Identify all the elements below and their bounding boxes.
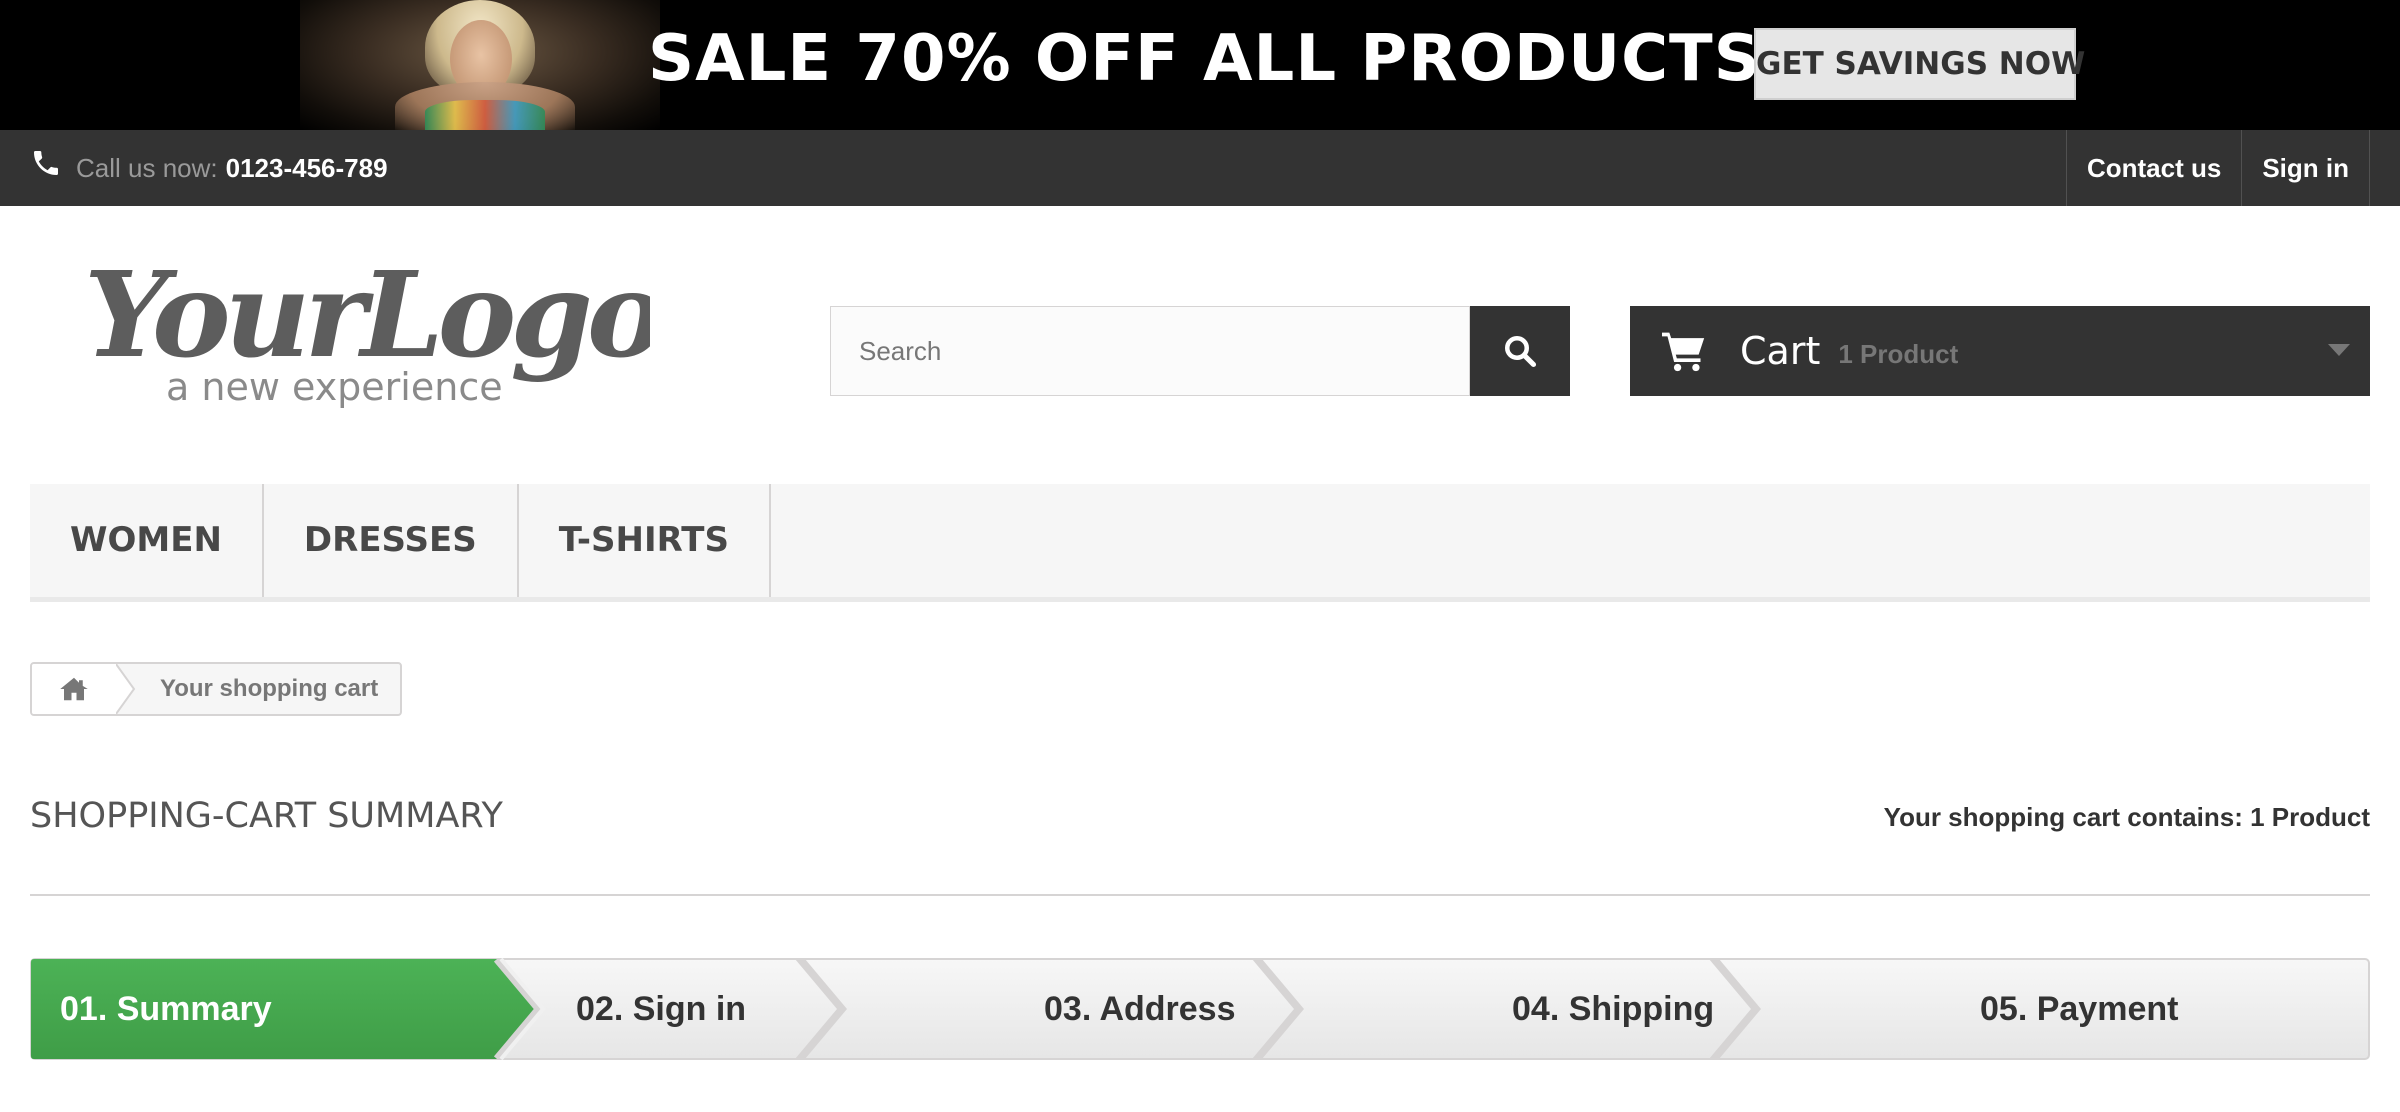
top-links: Contact us Sign in xyxy=(2065,130,2370,206)
phone-icon xyxy=(34,151,58,175)
call-label: Call us now: xyxy=(76,152,218,183)
main-nav: WOMEN DRESSES T-SHIRTS xyxy=(30,484,2370,602)
nav-item-t-shirts[interactable]: T-SHIRTS xyxy=(519,484,771,597)
home-icon xyxy=(60,677,88,701)
step-address[interactable]: 03. Address xyxy=(1044,958,1236,1060)
breadcrumb-home[interactable] xyxy=(32,664,116,714)
banner-model-image xyxy=(300,0,660,132)
cart-quantity: 1 Product xyxy=(1838,338,1959,369)
checkout-steps: 01. Summary 02. Sign in 03. Address 04. … xyxy=(30,958,2370,1060)
sign-in-link[interactable]: Sign in xyxy=(2241,130,2370,206)
search-input[interactable]: Search xyxy=(830,306,1470,396)
divider xyxy=(30,894,2370,896)
cart-title: Cart xyxy=(1740,329,1821,373)
search-icon xyxy=(1505,336,1537,368)
step-summary[interactable]: 01. Summary xyxy=(60,958,272,1060)
step-sign-in[interactable]: 02. Sign in xyxy=(576,958,746,1060)
get-savings-button[interactable]: GET SAVINGS NOW xyxy=(1754,28,2085,100)
phone-number: 0123-456-789 xyxy=(225,152,388,183)
call-us: Call us now: 0123-456-789 xyxy=(30,130,388,206)
step-shipping[interactable]: 04. Shipping xyxy=(1512,958,1714,1060)
breadcrumb: Your shopping cart xyxy=(30,662,402,716)
shopping-cart-icon xyxy=(1662,332,1705,372)
logo-wordmark: YourLogo xyxy=(84,248,650,384)
promo-banner[interactable]: SALE 70% OFF ALL PRODUCTS GET SAVINGS NO… xyxy=(0,0,2400,132)
cart-count-summary: Your shopping cart contains: 1 Product xyxy=(1883,802,2370,832)
top-bar: Call us now: 0123-456-789 Contact us Sig… xyxy=(0,130,2400,206)
nav-item-dresses[interactable]: DRESSES xyxy=(264,484,519,597)
chevron-down-icon[interactable] xyxy=(2328,344,2350,356)
banner-headline: SALE 70% OFF ALL PRODUCTS xyxy=(648,22,1761,96)
breadcrumb-current: Your shopping cart xyxy=(160,675,379,702)
logo-tagline: a new experience xyxy=(166,365,503,409)
site-logo[interactable]: YourLogo a new experience xyxy=(80,248,650,418)
search-button[interactable] xyxy=(1470,306,1570,396)
cart-button[interactable]: Cart 1 Product xyxy=(1630,306,2370,396)
breadcrumb-separator xyxy=(116,664,136,714)
nav-item-women[interactable]: WOMEN xyxy=(30,484,264,597)
step-payment[interactable]: 05. Payment xyxy=(1980,958,2178,1060)
page-title: SHOPPING-CART SUMMARY xyxy=(30,796,503,836)
contact-us-link[interactable]: Contact us xyxy=(2065,130,2241,206)
